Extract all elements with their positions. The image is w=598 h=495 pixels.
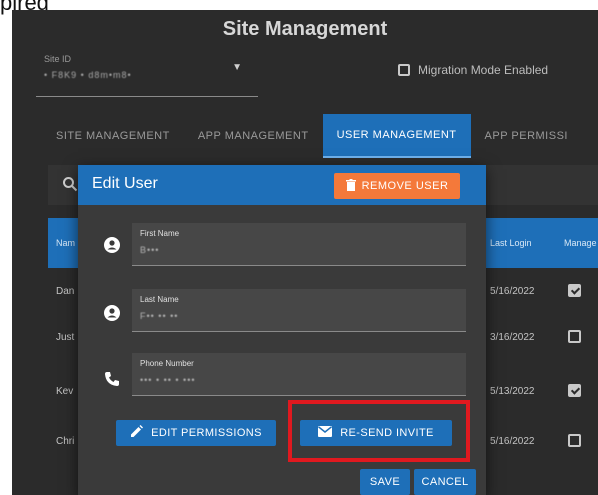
edit-permissions-label: EDIT PERMISSIONS bbox=[151, 427, 262, 439]
column-header-manager[interactable]: Manage bbox=[564, 238, 597, 248]
cancel-button[interactable]: CANCEL bbox=[414, 469, 476, 495]
row-name: Dan bbox=[56, 286, 75, 297]
pencil-icon bbox=[130, 425, 144, 441]
last-name-value: F•• •• •• bbox=[140, 311, 179, 321]
app-window: Site Management Site ID • F8K9 • d8m•m8•… bbox=[12, 10, 598, 495]
tab-app-permissions[interactable]: APP PERMISSI bbox=[471, 114, 582, 158]
dialog-title: Edit User bbox=[92, 175, 158, 192]
save-label: SAVE bbox=[369, 476, 401, 488]
row-manager-checkbox[interactable] bbox=[568, 330, 581, 343]
site-id-label: Site ID bbox=[44, 54, 72, 64]
tab-app-management[interactable]: APP MANAGEMENT bbox=[184, 114, 323, 158]
column-header-last-login[interactable]: Last Login bbox=[490, 238, 532, 248]
first-name-value: B••• bbox=[140, 245, 160, 255]
edit-permissions-button[interactable]: EDIT PERMISSIONS bbox=[116, 420, 276, 446]
save-button[interactable]: SAVE bbox=[360, 469, 410, 495]
tab-user-management[interactable]: USER MANAGEMENT bbox=[322, 114, 471, 158]
page-title: Site Management bbox=[222, 18, 388, 40]
migration-label: Migration Mode Enabled bbox=[418, 63, 549, 77]
site-id-select[interactable]: Site ID • F8K9 • d8m•m8• ▼ bbox=[36, 48, 258, 97]
phone-number-value: ••• • •• • ••• bbox=[140, 375, 196, 385]
tab-bar: SITE MANAGEMENT APP MANAGEMENT USER MANA… bbox=[42, 114, 582, 158]
account-circle-icon bbox=[104, 237, 120, 258]
dialog-header: Edit User REMOVE USER bbox=[78, 165, 486, 205]
trash-icon bbox=[345, 178, 356, 194]
chevron-down-icon[interactable]: ▼ bbox=[232, 62, 242, 73]
column-header-name[interactable]: Nam bbox=[56, 238, 75, 248]
row-manager-checkbox[interactable] bbox=[568, 434, 581, 447]
row-last-login: 3/16/2022 bbox=[490, 332, 535, 343]
remove-user-button[interactable]: REMOVE USER bbox=[334, 173, 460, 199]
first-name-field[interactable]: First Name B••• bbox=[132, 223, 466, 266]
tab-site-management[interactable]: SITE MANAGEMENT bbox=[42, 114, 184, 158]
row-manager-checkbox[interactable] bbox=[568, 284, 581, 297]
remove-user-label: REMOVE USER bbox=[361, 180, 449, 192]
phone-icon bbox=[104, 371, 120, 392]
cancel-label: CANCEL bbox=[421, 476, 469, 488]
search-icon[interactable] bbox=[62, 176, 78, 197]
row-last-login: 5/16/2022 bbox=[490, 436, 535, 447]
phone-number-field[interactable]: Phone Number ••• • •• • ••• bbox=[132, 353, 466, 396]
row-name: Just bbox=[56, 332, 75, 343]
row-last-login: 5/16/2022 bbox=[490, 286, 535, 297]
phone-number-label: Phone Number bbox=[140, 359, 194, 368]
first-name-label: First Name bbox=[140, 229, 180, 238]
row-name: Kev bbox=[56, 386, 74, 397]
highlight-annotation bbox=[288, 400, 470, 462]
row-name: Chri bbox=[56, 436, 75, 447]
migration-mode-toggle[interactable]: Migration Mode Enabled bbox=[398, 63, 548, 77]
site-id-value: • F8K9 • d8m•m8• bbox=[44, 70, 132, 80]
last-name-label: Last Name bbox=[140, 295, 179, 304]
account-circle-icon bbox=[104, 305, 120, 326]
row-manager-checkbox[interactable] bbox=[568, 384, 581, 397]
row-last-login: 5/13/2022 bbox=[490, 386, 535, 397]
last-name-field[interactable]: Last Name F•• •• •• bbox=[132, 289, 466, 332]
migration-checkbox[interactable] bbox=[398, 64, 410, 76]
